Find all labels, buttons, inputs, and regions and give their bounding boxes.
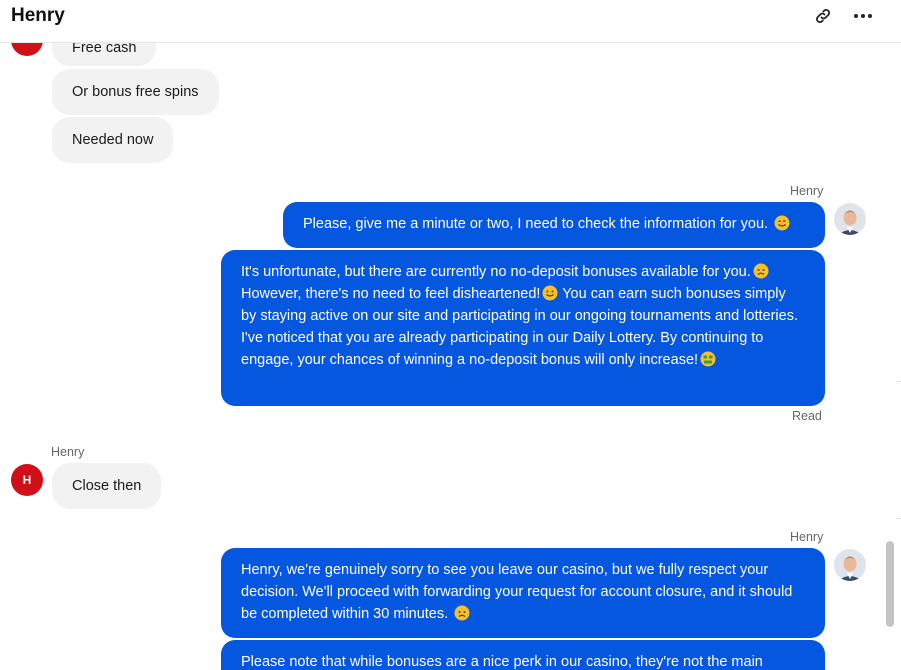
- more-horizontal-icon[interactable]: [852, 5, 874, 27]
- incoming-message: Free cash: [52, 43, 157, 66]
- outgoing-message: Please note that while bonuses are a nic…: [221, 640, 825, 670]
- incoming-message: Close then: [52, 463, 162, 509]
- message-text: However, there's no need to feel dishear…: [241, 286, 541, 302]
- message-text: Henry, we're genuinely sorry to see you …: [241, 562, 793, 622]
- link-icon[interactable]: [812, 5, 834, 27]
- user-avatar: H: [11, 464, 43, 496]
- sender-name: Henry: [790, 184, 824, 198]
- chat-title: Henry: [11, 5, 65, 26]
- chat-header: Henry: [0, 0, 901, 43]
- message-text: Please note that while bonuses are a nic…: [241, 654, 763, 670]
- smiling-face-icon: [542, 285, 558, 301]
- scrollbar-thumb[interactable]: [886, 541, 894, 627]
- disappointed-face-icon: [753, 263, 769, 279]
- user-avatar: [11, 43, 43, 56]
- sender-name: Henry: [51, 445, 85, 459]
- smiling-face-icon: [774, 215, 790, 231]
- agent-avatar: [834, 549, 866, 581]
- message-list[interactable]: Free cash Or bonus free spins Needed now…: [0, 43, 901, 670]
- sender-name: Henry: [790, 530, 824, 544]
- agent-avatar: [834, 203, 866, 235]
- message-text: It's unfortunate, but there are currentl…: [241, 264, 751, 280]
- disappointed-face-icon: [454, 605, 470, 621]
- read-status: Read: [792, 409, 822, 423]
- divider: [897, 381, 901, 382]
- outgoing-message: Henry, we're genuinely sorry to see you …: [221, 548, 825, 638]
- outgoing-message: Please, give me a minute or two, I need …: [283, 202, 825, 248]
- money-mouth-face-icon: [700, 351, 716, 367]
- outgoing-message: It's unfortunate, but there are currentl…: [221, 250, 825, 406]
- divider: [897, 518, 901, 519]
- message-text: Please, give me a minute or two, I need …: [303, 216, 769, 232]
- incoming-message: Or bonus free spins: [52, 69, 219, 115]
- incoming-message: Needed now: [52, 117, 174, 163]
